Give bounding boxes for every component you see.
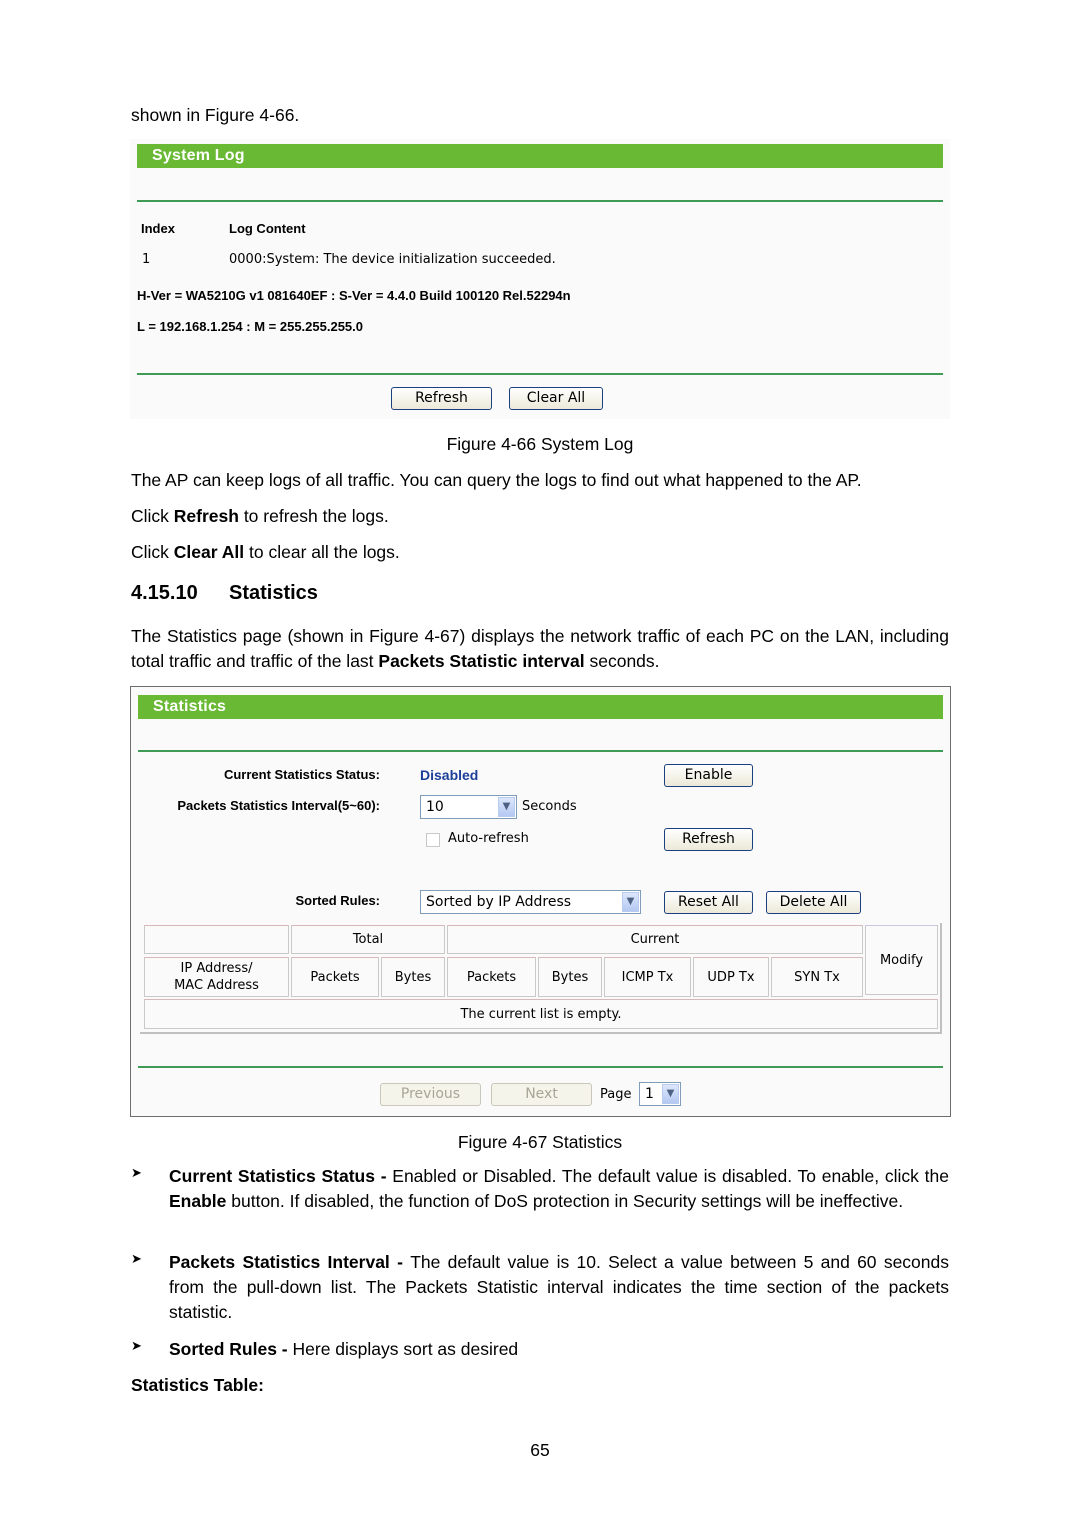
text: IP Address/ bbox=[180, 961, 253, 976]
header-modify: Modify bbox=[865, 925, 938, 995]
sorted-rules-select[interactable]: Sorted by IP Address ▼ bbox=[420, 890, 641, 914]
chevron-down-icon: ▼ bbox=[662, 1084, 679, 1104]
header-icmp-tx: ICMP Tx bbox=[604, 957, 691, 997]
divider bbox=[138, 1066, 943, 1068]
page-select[interactable]: 1 ▼ bbox=[639, 1082, 681, 1106]
bullet-item: Current Statistics Status - Enabled or D… bbox=[169, 1164, 949, 1214]
text: to refresh the logs. bbox=[238, 506, 389, 526]
page-number: 65 bbox=[530, 1440, 550, 1460]
column-index: Index bbox=[141, 221, 175, 236]
lan-info: L = 192.168.1.254 : M = 255.255.255.0 bbox=[137, 319, 363, 334]
status-value: Disabled bbox=[420, 767, 479, 783]
intro-text: shown in Figure 4-66. bbox=[131, 105, 300, 125]
bullet-item: Packets Statistics Interval - The defaul… bbox=[169, 1250, 949, 1325]
reset-all-button[interactable]: Reset All bbox=[664, 891, 753, 914]
bold-text: Packets Statistics Interval - bbox=[169, 1252, 411, 1272]
text: Enabled or Disabled. The default value i… bbox=[392, 1166, 949, 1186]
log-content: 0000:System: The device initialization s… bbox=[229, 252, 556, 267]
next-button[interactable]: Next bbox=[491, 1083, 592, 1106]
divider bbox=[138, 750, 943, 752]
text: Click bbox=[131, 542, 174, 562]
system-log-title: System Log bbox=[137, 144, 943, 168]
sorted-rules-label: Sorted Rules: bbox=[295, 893, 380, 908]
chevron-down-icon: ▼ bbox=[622, 892, 639, 912]
interval-select[interactable]: 10 ▼ bbox=[420, 795, 517, 819]
paragraph: Click Refresh to refresh the logs. bbox=[131, 504, 949, 529]
auto-refresh-checkbox[interactable] bbox=[426, 833, 440, 847]
header-blank bbox=[144, 925, 289, 954]
interval-label: Packets Statistics Interval(5~60): bbox=[177, 798, 380, 813]
text: Click bbox=[131, 506, 174, 526]
auto-refresh-label: Auto-refresh bbox=[448, 831, 529, 846]
subheading: Statistics Table: bbox=[131, 1375, 264, 1395]
paragraph: The Statistics page (shown in Figure 4-6… bbox=[131, 624, 949, 674]
header-current-bytes: Bytes bbox=[538, 957, 602, 997]
header-syn-tx: SYN Tx bbox=[771, 957, 863, 997]
hw-version-info: H-Ver = WA5210G v1 081640EF : S-Ver = 4.… bbox=[137, 288, 571, 303]
paragraph: Click Clear All to clear all the logs. bbox=[131, 540, 949, 565]
divider bbox=[137, 373, 943, 375]
chevron-down-icon: ▼ bbox=[498, 797, 515, 817]
bold-text: Clear All bbox=[173, 542, 245, 562]
header-current-packets: Packets bbox=[447, 957, 536, 997]
header-current: Current bbox=[447, 925, 863, 954]
page-label: Page bbox=[600, 1087, 632, 1102]
paragraph: The AP can keep logs of all traffic. You… bbox=[131, 470, 862, 490]
interval-unit: Seconds bbox=[522, 799, 577, 814]
header-total-bytes: Bytes bbox=[381, 957, 445, 997]
clear-all-button[interactable]: Clear All bbox=[509, 387, 603, 410]
previous-button[interactable]: Previous bbox=[380, 1083, 481, 1106]
page-value: 1 bbox=[645, 1086, 654, 1102]
header-total: Total bbox=[291, 925, 445, 954]
system-log-panel: System Log Index Log Content 1 0000:Syst… bbox=[130, 139, 950, 419]
empty-list-message: The current list is empty. bbox=[144, 999, 938, 1029]
bullet-arrow-icon: ➤ bbox=[131, 1338, 142, 1353]
bullet-item: Sorted Rules - Here displays sort as des… bbox=[169, 1337, 949, 1362]
header-ip-mac: IP Address/ MAC Address bbox=[144, 957, 289, 997]
bold-text: Current Statistics Status - bbox=[169, 1166, 393, 1186]
column-log-content: Log Content bbox=[229, 221, 306, 236]
refresh-button[interactable]: Refresh bbox=[664, 828, 753, 851]
text: Here displays sort as desired bbox=[292, 1339, 519, 1359]
enable-button[interactable]: Enable bbox=[664, 764, 753, 787]
interval-value: 10 bbox=[426, 799, 444, 815]
text: seconds. bbox=[584, 651, 660, 671]
statistics-title: Statistics bbox=[138, 695, 943, 719]
bold-text: Sorted Rules - bbox=[169, 1339, 293, 1359]
refresh-button[interactable]: Refresh bbox=[391, 387, 492, 410]
text: MAC Address bbox=[174, 978, 259, 993]
bold-text: Refresh bbox=[173, 506, 239, 526]
text: button. If disabled, the function of DoS… bbox=[226, 1191, 904, 1211]
bullet-arrow-icon: ➤ bbox=[131, 1165, 142, 1180]
log-index: 1 bbox=[142, 252, 151, 267]
text: to clear all the logs. bbox=[244, 542, 400, 562]
sorted-rules-value: Sorted by IP Address bbox=[426, 894, 572, 910]
header-total-packets: Packets bbox=[291, 957, 379, 997]
bullet-arrow-icon: ➤ bbox=[131, 1251, 142, 1266]
section-title: Statistics bbox=[229, 582, 318, 604]
figure-caption: Figure 4-66 System Log bbox=[446, 434, 634, 454]
header-udp-tx: UDP Tx bbox=[693, 957, 769, 997]
figure-caption: Figure 4-67 Statistics bbox=[457, 1132, 623, 1152]
status-label: Current Statistics Status: bbox=[223, 767, 380, 782]
statistics-panel: Statistics Current Statistics Status: Di… bbox=[130, 686, 951, 1117]
section-number: 4.15.10 bbox=[131, 582, 198, 604]
section-heading: 4.15.10 Statistics bbox=[131, 582, 318, 605]
bold-text: Enable bbox=[169, 1191, 227, 1211]
delete-all-button[interactable]: Delete All bbox=[766, 891, 861, 914]
bold-text: Packets Statistic interval bbox=[378, 651, 585, 671]
divider bbox=[137, 200, 943, 202]
